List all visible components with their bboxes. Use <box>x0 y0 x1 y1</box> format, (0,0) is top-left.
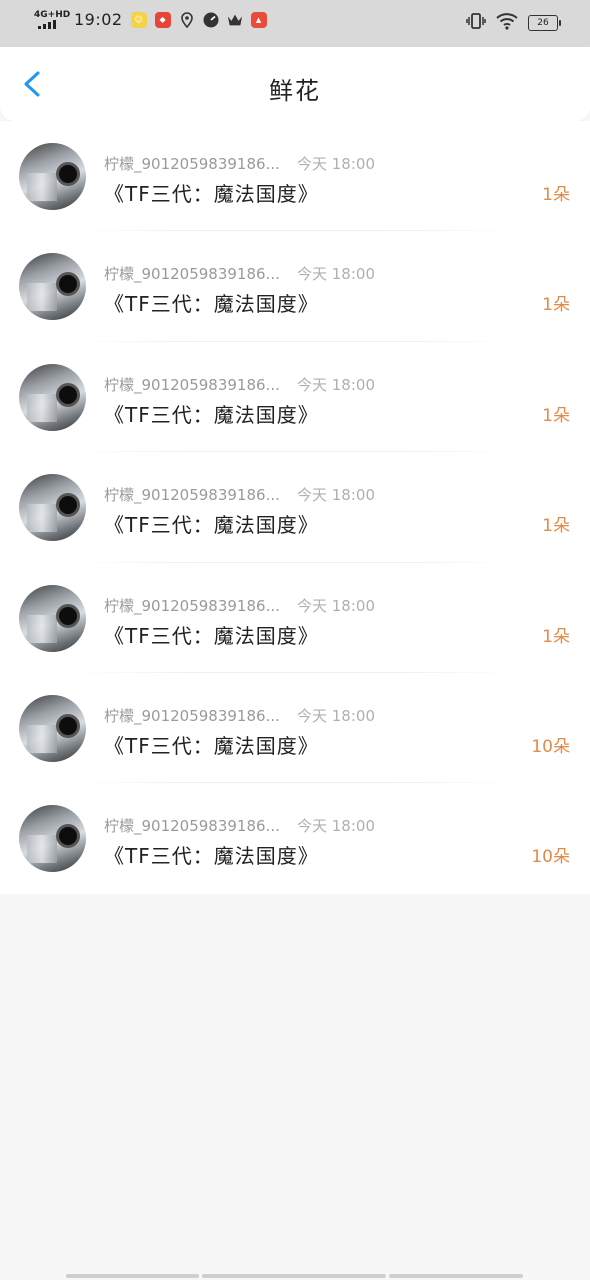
notification-app-icon: ▲ <box>250 11 267 28</box>
sender-name: 柠檬_9012059839186... <box>104 706 279 725</box>
notification-app-icon: ☺ <box>130 11 147 28</box>
status-left: 4G+HD 19:02 ☺ ◆ ▲ <box>34 10 275 29</box>
avatar[interactable] <box>19 584 86 652</box>
record-content: 《TF三代：魔法国度》 <box>104 292 319 317</box>
record-time: 今天 18:00 <box>297 706 375 725</box>
notification-app-icon: ◆ <box>154 11 171 28</box>
record-time: 今天 18:00 <box>297 486 375 505</box>
record-content: 《TF三代：魔法国度》 <box>104 623 319 648</box>
record-content: 《TF三代：魔法国度》 <box>104 733 319 758</box>
vibrate-icon <box>466 12 486 34</box>
avatar[interactable] <box>19 805 86 873</box>
sender-name: 柠檬_9012059839186... <box>104 155 279 173</box>
location-icon <box>179 11 195 28</box>
avatar[interactable] <box>19 694 86 762</box>
wifi-icon <box>496 12 518 34</box>
sender-name: 柠檬_9012059839186... <box>104 596 279 615</box>
list-item[interactable]: 柠檬_9012059839186... 今天 18:00 《TF三代：魔法国度》… <box>0 121 590 232</box>
flower-count: 1朵 <box>542 295 570 316</box>
sender-name: 柠檬_9012059839186... <box>104 265 279 284</box>
gesture-bar[interactable] <box>66 1274 523 1278</box>
network-indicator: 4G+HD <box>34 10 71 29</box>
avatar[interactable] <box>19 253 86 321</box>
flower-count: 10朵 <box>531 847 570 868</box>
flower-count: 1朵 <box>542 626 570 647</box>
flower-count: 1朵 <box>542 405 570 426</box>
status-time: 19:02 <box>74 10 123 29</box>
list-item[interactable]: 柠檬_9012059839186... 今天 18:00 《TF三代：魔法国度》… <box>0 783 590 893</box>
network-label: 4G+HD <box>34 10 71 20</box>
sender-name: 柠檬_9012059839186... <box>104 817 279 836</box>
nav-header: 鲜花 <box>0 47 590 121</box>
avatar[interactable] <box>19 474 86 542</box>
battery-icon: 26 <box>528 15 561 31</box>
avatar[interactable] <box>19 363 86 431</box>
flower-count: 1朵 <box>542 185 570 205</box>
record-content: 《TF三代：魔法国度》 <box>104 513 319 538</box>
record-time: 今天 18:00 <box>297 375 375 394</box>
record-time: 今天 18:00 <box>297 155 375 173</box>
record-time: 今天 18:00 <box>297 596 375 615</box>
page-title: 鲜花 <box>269 77 321 105</box>
record-time: 今天 18:00 <box>297 265 375 284</box>
record-content: 《TF三代：魔法国度》 <box>104 182 319 206</box>
record-content: 《TF三代：魔法国度》 <box>104 402 319 427</box>
list-item[interactable]: 柠檬_9012059839186... 今天 18:00 《TF三代：魔法国度》… <box>0 231 590 343</box>
record-time: 今天 18:00 <box>297 817 375 836</box>
signal-icon <box>38 20 56 29</box>
list-item[interactable]: 柠檬_9012059839186... 今天 18:00 《TF三代：魔法国度》… <box>0 452 590 563</box>
avatar[interactable] <box>19 143 86 210</box>
sender-name: 柠檬_9012059839186... <box>104 375 279 394</box>
record-content: 《TF三代：魔法国度》 <box>104 844 319 869</box>
list-item[interactable]: 柠檬_9012059839186... 今天 18:00 《TF三代：魔法国度》… <box>0 342 590 453</box>
list-item[interactable]: 柠檬_9012059839186... 今天 18:00 《TF三代：魔法国度》… <box>0 673 590 784</box>
status-bar: 4G+HD 19:02 ☺ ◆ ▲ 26 <box>0 0 590 47</box>
status-right: 26 <box>466 12 561 34</box>
flower-record-list: 柠檬_9012059839186... 今天 18:00 《TF三代：魔法国度》… <box>0 121 590 894</box>
flower-count: 1朵 <box>542 516 570 537</box>
flower-count: 10朵 <box>531 736 570 757</box>
sender-name: 柠檬_9012059839186... <box>104 486 279 505</box>
crown-icon <box>227 12 243 28</box>
speedometer-icon <box>203 12 219 28</box>
list-item[interactable]: 柠檬_9012059839186... 今天 18:00 《TF三代：魔法国度》… <box>0 563 590 674</box>
